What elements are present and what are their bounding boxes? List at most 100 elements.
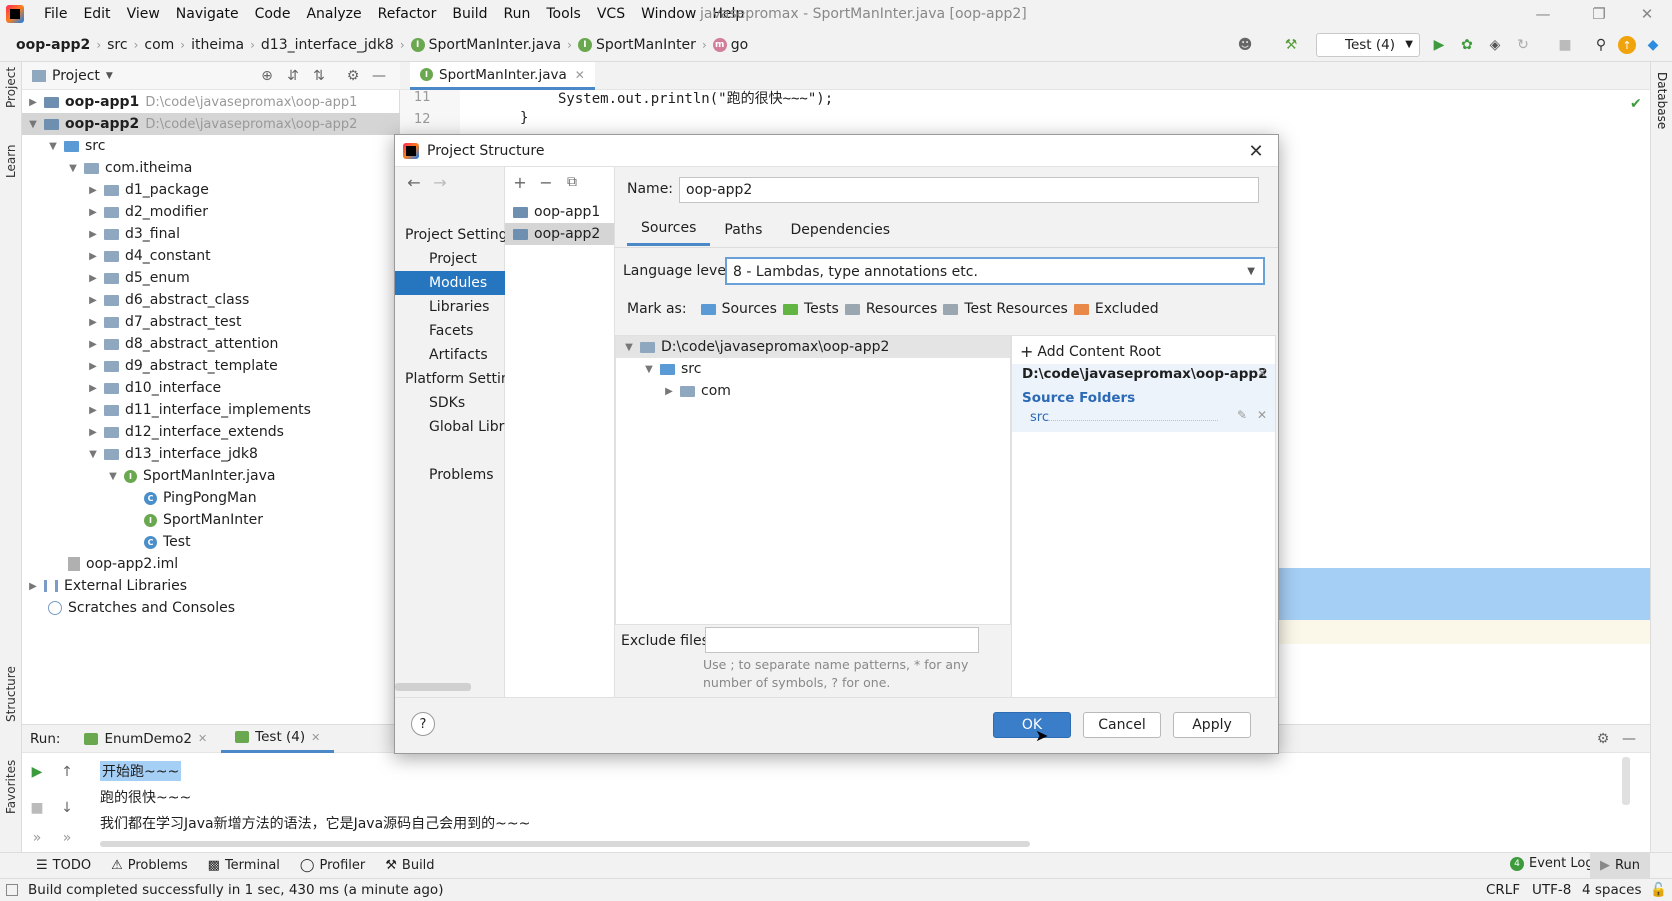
indent-indicator[interactable]: 4 spaces <box>1582 882 1642 898</box>
tree-item[interactable]: Scratches and Consoles <box>22 597 400 619</box>
add-content-root-button[interactable]: + Add Content Root <box>1020 342 1161 361</box>
chevron-down-icon[interactable]: ▼ <box>642 364 656 375</box>
tree-item[interactable]: ▼ d13_interface_jdk8 <box>22 443 400 465</box>
chevron-down-icon[interactable]: ▼ <box>106 71 113 81</box>
chevron-right-icon[interactable]: ▶ <box>26 581 40 592</box>
category-project[interactable]: Project <box>395 247 505 271</box>
build-tool-button[interactable]: ⚒ Build <box>375 858 444 873</box>
crumb-itheima[interactable]: itheima <box>187 37 248 53</box>
category-sdks[interactable]: SDKs <box>395 391 505 415</box>
project-tool-button[interactable]: Project <box>4 67 18 108</box>
stop-icon[interactable]: ■ <box>1556 36 1574 54</box>
back-arrow-icon[interactable]: ← <box>405 173 423 192</box>
tree-item-src[interactable]: ▼ src <box>22 135 400 157</box>
category-libraries[interactable]: Libraries <box>395 295 505 319</box>
module-item-oop-app1[interactable]: oop-app1 <box>505 201 614 223</box>
more-icon[interactable]: » <box>28 829 46 847</box>
crumb-src[interactable]: src <box>103 37 131 53</box>
tree-item[interactable]: ▶ d8_abstract_attention <box>22 333 400 355</box>
remove-icon[interactable]: − <box>537 173 555 192</box>
menu-file[interactable]: File <box>36 0 75 28</box>
exclude-files-field[interactable] <box>705 627 979 653</box>
horizontal-scrollbar[interactable] <box>100 841 1030 847</box>
mark-sources-button[interactable]: Sources <box>700 301 777 317</box>
gear-icon[interactable]: ⚙ <box>1594 730 1612 748</box>
run-tool-button[interactable]: ▶ Run <box>1590 853 1650 878</box>
hide-panel-icon[interactable]: — <box>370 67 388 85</box>
chevron-right-icon[interactable]: ▶ <box>86 295 100 306</box>
tree-item-src[interactable]: ▼ src <box>616 358 1010 380</box>
crumb-file[interactable]: I SportManInter.java <box>407 37 565 53</box>
hide-panel-icon[interactable]: — <box>1620 730 1638 748</box>
terminal-tool-button[interactable]: ▩ Terminal <box>198 858 290 873</box>
horizontal-scrollbar[interactable] <box>395 683 471 691</box>
todo-tool-button[interactable]: ☰ TODO <box>26 858 101 873</box>
lock-icon[interactable]: 🔓 <box>1650 882 1667 898</box>
module-item-oop-app2[interactable]: oop-app2 <box>505 223 614 245</box>
tree-item[interactable]: C PingPongMan <box>22 487 400 509</box>
update-icon[interactable]: ↑ <box>1618 36 1636 54</box>
menu-tools[interactable]: Tools <box>538 0 589 28</box>
mark-resources-button[interactable]: Resources <box>844 301 937 317</box>
tab-sources[interactable]: Sources <box>627 213 711 246</box>
mark-excluded-button[interactable]: Excluded <box>1073 301 1159 317</box>
tree-item[interactable]: ▶ d5_enum <box>22 267 400 289</box>
rerun-icon[interactable]: ▶ <box>28 763 46 781</box>
mark-tests-button[interactable]: Tests <box>782 301 839 317</box>
user-icon[interactable]: ☻ <box>1236 36 1254 54</box>
vertical-scrollbar[interactable] <box>1622 757 1630 805</box>
tree-item[interactable]: ▶ d11_interface_implements <box>22 399 400 421</box>
apply-button[interactable]: Apply <box>1173 712 1251 738</box>
arrow-up-icon[interactable]: ↑ <box>58 763 76 781</box>
chevron-right-icon[interactable]: ▶ <box>86 229 100 240</box>
run-tab-test[interactable]: Test (4) ✕ <box>221 725 335 753</box>
mark-test-resources-button[interactable]: Test Resources <box>943 301 1068 317</box>
remove-root-icon[interactable]: ✕ <box>1257 366 1267 380</box>
chevron-right-icon[interactable]: ▶ <box>86 427 100 438</box>
language-level-select[interactable]: 8 - Lambdas, type annotations etc. ▼ <box>725 257 1265 285</box>
chevron-down-icon[interactable]: ▼ <box>622 342 636 353</box>
menu-view[interactable]: View <box>119 0 168 28</box>
favorites-tool-button[interactable]: Favorites <box>4 760 18 814</box>
encoding-indicator[interactable]: UTF-8 <box>1532 882 1571 898</box>
chevron-down-icon[interactable]: ▼ <box>66 163 80 174</box>
close-tab-icon[interactable]: ✕ <box>575 68 585 82</box>
coverage-icon[interactable]: ◈ <box>1486 36 1504 54</box>
gear-icon[interactable]: ⚙ <box>344 67 362 85</box>
tree-item[interactable]: ▶ d2_modifier <box>22 201 400 223</box>
console-line[interactable]: 开始跑~~~ <box>100 761 182 781</box>
stop-icon[interactable]: ■ <box>28 799 46 817</box>
tree-item[interactable]: ▶ d10_interface <box>22 377 400 399</box>
chevron-right-icon[interactable]: ▶ <box>86 339 100 350</box>
tree-item-com[interactable]: ▶ com <box>616 380 1010 402</box>
category-facets[interactable]: Facets <box>395 319 505 343</box>
tree-item[interactable]: ▶ d9_abstract_template <box>22 355 400 377</box>
chevron-right-icon[interactable]: ▶ <box>86 317 100 328</box>
menu-build[interactable]: Build <box>444 0 495 28</box>
profiler-tool-button[interactable]: ◯ Profiler <box>290 858 375 873</box>
chevron-right-icon[interactable]: ▶ <box>86 273 100 284</box>
remove-folder-icon[interactable]: ✕ <box>1257 408 1267 422</box>
learn-tool-button[interactable]: Learn <box>4 144 18 178</box>
profile-icon[interactable]: ↻ <box>1514 36 1532 54</box>
close-window-icon[interactable]: ✕ <box>1624 0 1670 28</box>
arrow-down-icon[interactable]: ↓ <box>58 799 76 817</box>
tree-item[interactable]: I SportManInter <box>22 509 400 531</box>
forward-arrow-icon[interactable]: → <box>431 173 449 192</box>
chevron-right-icon[interactable]: ▶ <box>26 97 40 108</box>
database-tool-button[interactable]: Database <box>1655 72 1669 129</box>
crumb-package[interactable]: d13_interface_jdk8 <box>257 37 398 53</box>
menu-code[interactable]: Code <box>247 0 299 28</box>
chevron-right-icon[interactable]: ▶ <box>662 386 676 397</box>
edit-icon[interactable]: ✎ <box>1237 408 1247 422</box>
console-line[interactable]: 我们都在学习Java新增方法的语法，它是Java源码自己会用到的~~~ <box>100 813 530 833</box>
menu-refactor[interactable]: Refactor <box>370 0 445 28</box>
code-line[interactable]: } <box>520 110 528 126</box>
category-artifacts[interactable]: Artifacts <box>395 343 505 367</box>
tab-dependencies[interactable]: Dependencies <box>776 215 904 245</box>
chevron-right-icon[interactable]: ▶ <box>86 185 100 196</box>
tree-item-oop-app1[interactable]: ▶ oop-app1 D:\code\javasepromax\oop-app1 <box>22 91 400 113</box>
run-icon[interactable]: ▶ <box>1430 36 1448 54</box>
help-button[interactable]: ? <box>411 712 435 736</box>
run-config-select[interactable]: Test (4) ▼ <box>1316 33 1420 57</box>
